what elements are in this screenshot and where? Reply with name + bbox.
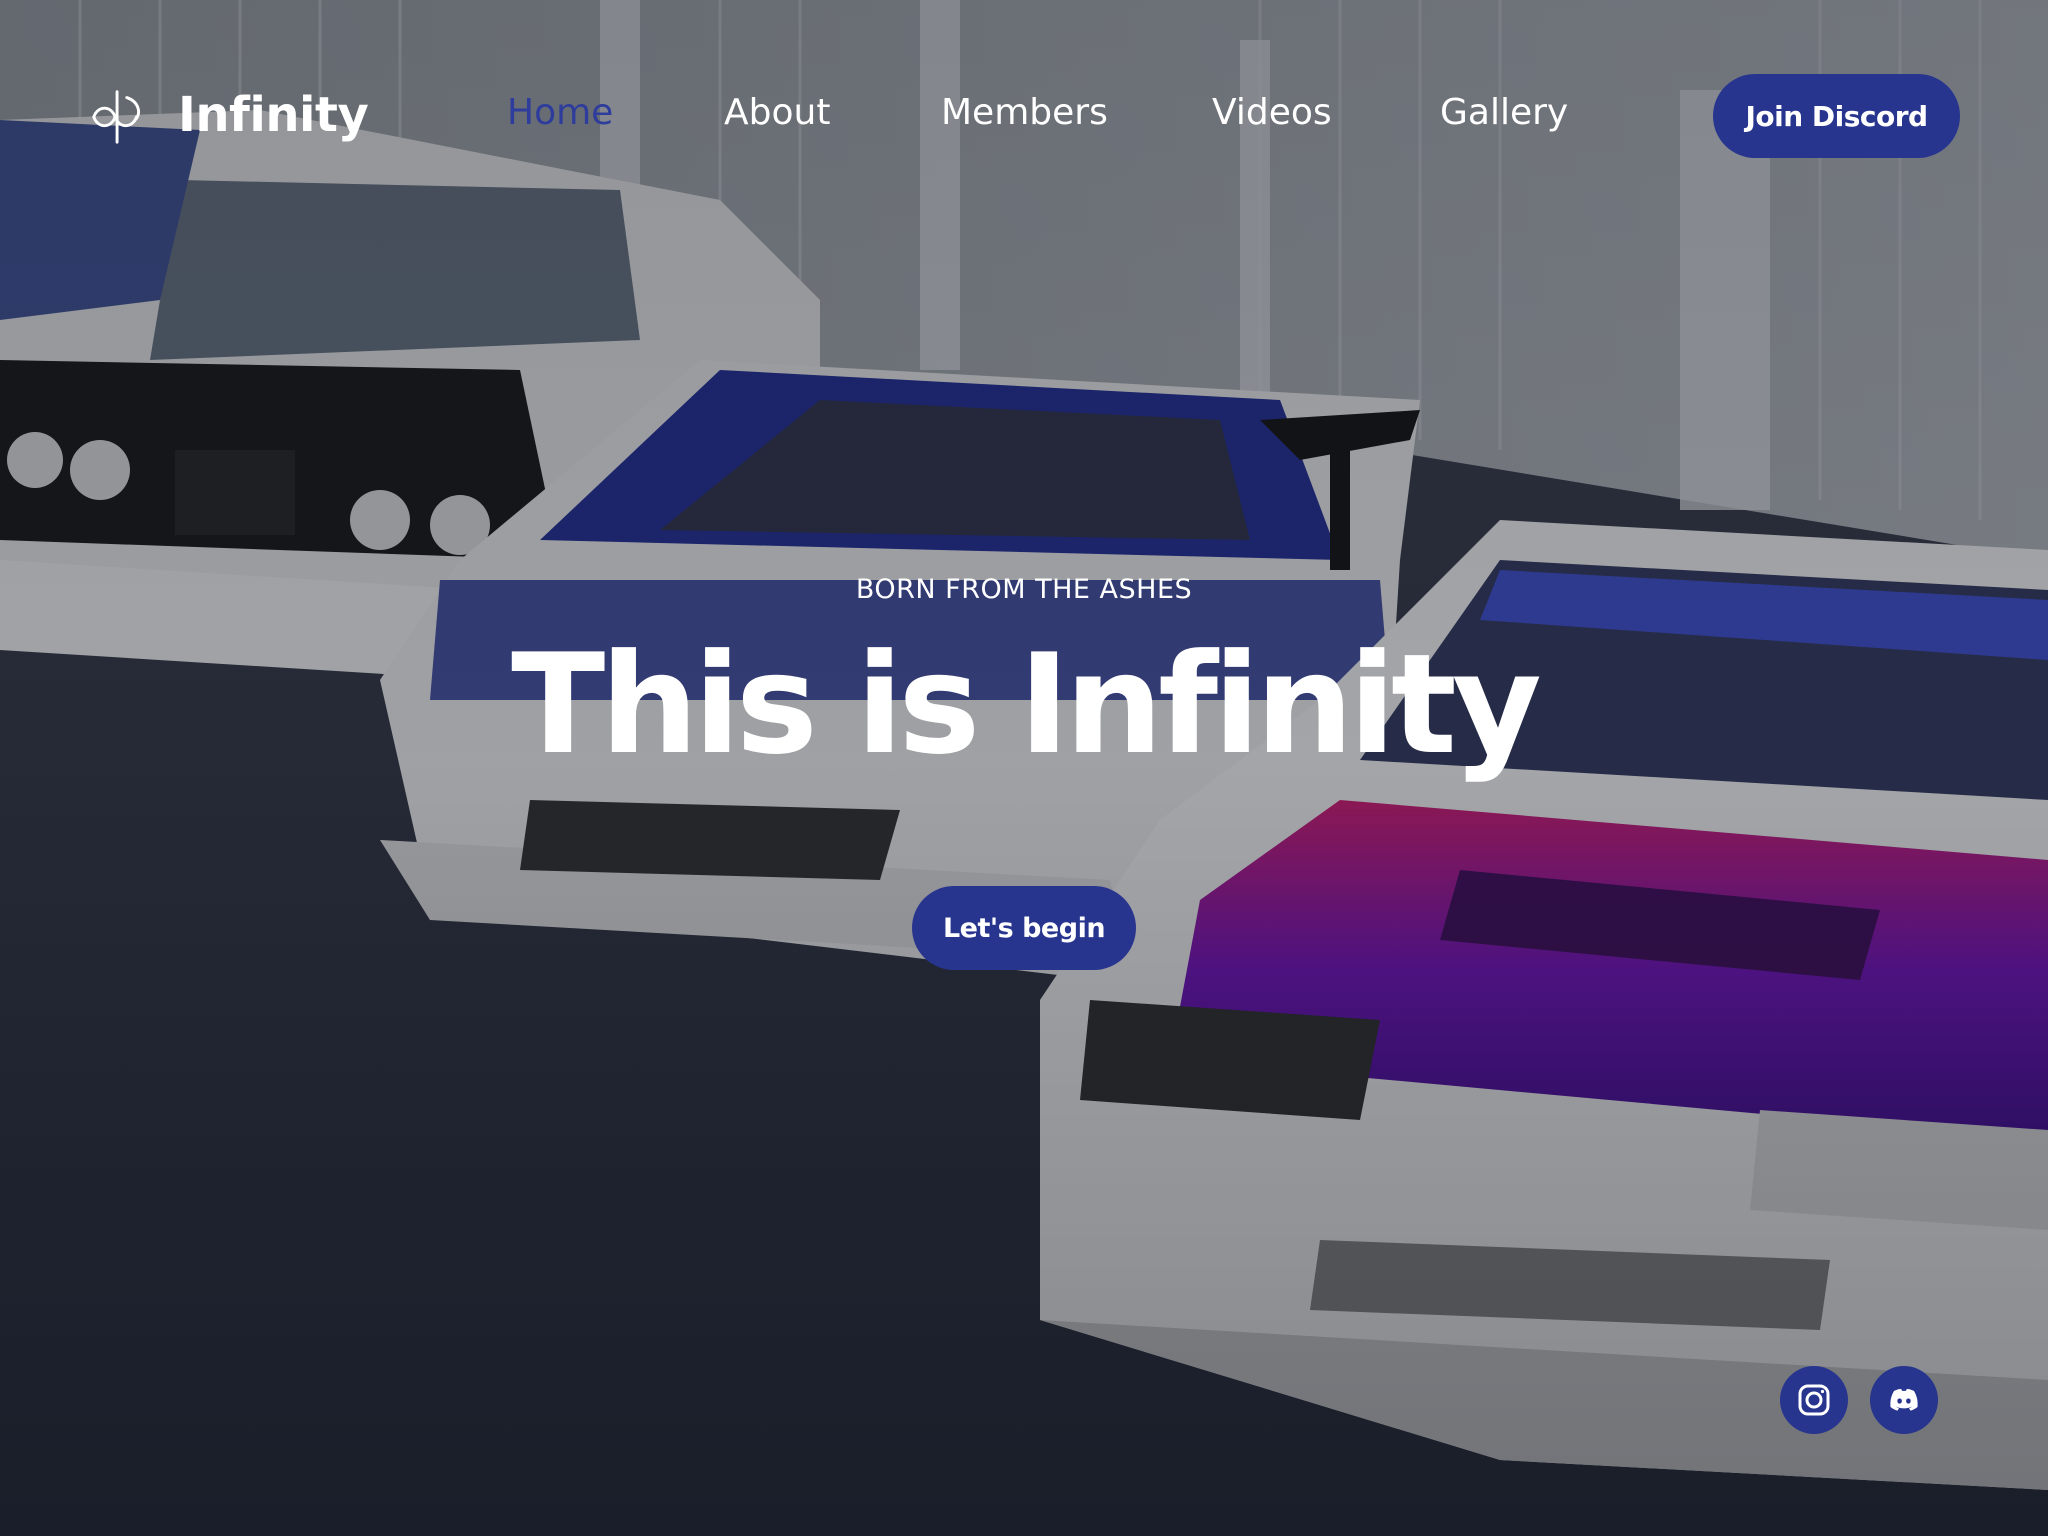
discord-icon: [1890, 1389, 1918, 1411]
nav-about[interactable]: About: [724, 92, 830, 133]
site-header: Infinity Home About Members Videos Galle…: [0, 0, 2048, 232]
nav-members[interactable]: Members: [941, 92, 1108, 133]
social-links: [1780, 1366, 1938, 1434]
lets-begin-button[interactable]: Let's begin: [912, 886, 1136, 970]
nav-home[interactable]: Home: [507, 92, 613, 133]
page: Infinity Home About Members Videos Galle…: [0, 0, 2048, 1536]
nav-gallery[interactable]: Gallery: [1440, 92, 1568, 133]
hero-kicker: BORN FROM THE ASHES: [855, 574, 1193, 605]
discord-link[interactable]: [1870, 1366, 1938, 1434]
hero-title: This is Infinity: [511, 624, 1542, 785]
nav-videos[interactable]: Videos: [1212, 92, 1332, 133]
instagram-icon: [1798, 1384, 1830, 1416]
instagram-link[interactable]: [1780, 1366, 1848, 1434]
join-discord-button[interactable]: Join Discord: [1713, 74, 1960, 158]
